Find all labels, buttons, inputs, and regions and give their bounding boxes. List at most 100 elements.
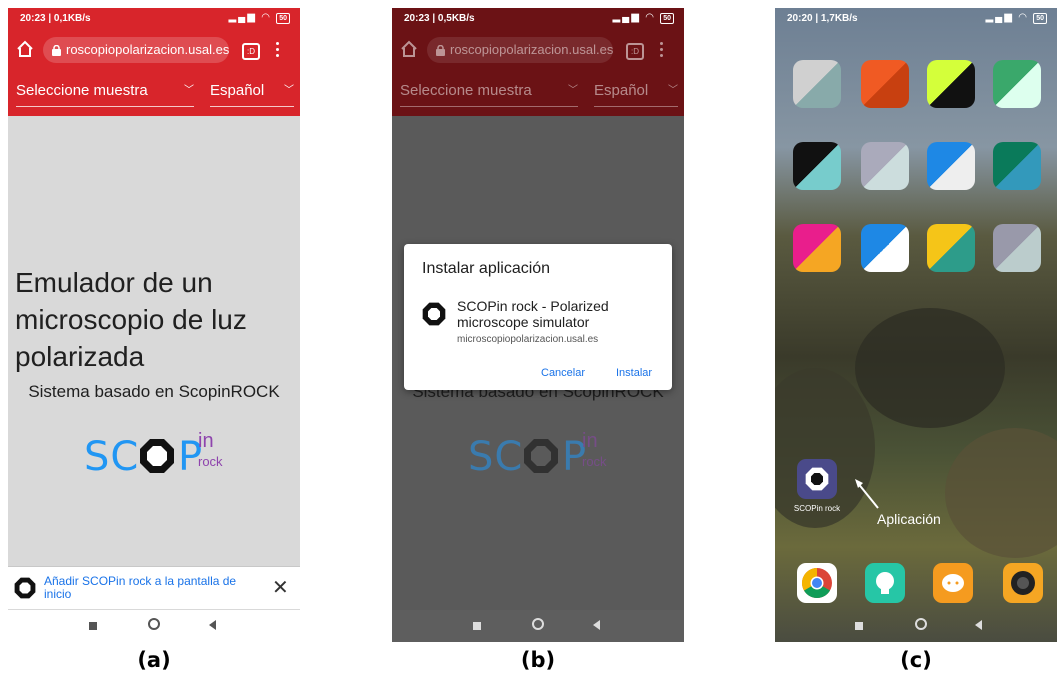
app-url: microscopiopolarizacion.usal.es (457, 334, 599, 345)
camera-app-icon[interactable] (1003, 563, 1043, 603)
browser-toolbar: 20:23 | 0,5KB/s ▂▄▆ ◠ 50 roscopiopolariz… (392, 8, 684, 116)
status-bar: 20:23 | 0,1KB/s ▂▄▆ ◠ 50 (8, 8, 300, 30)
back-button[interactable] (209, 620, 216, 630)
page-heading: Emulador de un microscopio de luz polari… (15, 267, 247, 372)
back-button[interactable] (975, 620, 982, 630)
logo-rock: rock (582, 454, 607, 469)
install-app-dialog: Instalar aplicación SCOPin rock - Polari… (404, 244, 672, 390)
chevron-down-icon: ﹀ (184, 85, 194, 96)
language-select[interactable]: Español ﹀ (210, 76, 294, 107)
sample-select: Seleccione muestra ﹀ (400, 76, 578, 107)
status-icons: ▂▄▆ ◠ 50 (985, 12, 1047, 24)
home-icon[interactable] (16, 40, 34, 58)
annotation-arrow (855, 479, 879, 509)
widget-tile (927, 142, 975, 190)
status-time: 20:23 | 0,5KB/s (404, 13, 475, 24)
tab-switcher-button: :D (626, 43, 644, 60)
recents-button[interactable] (89, 622, 97, 630)
android-nav-bar (392, 610, 684, 642)
sample-select[interactable]: Seleccione muestra ﹀ (16, 76, 194, 107)
logo-in: in (582, 430, 598, 452)
banner-text[interactable]: Añadir SCOPin rock a la pantalla de inic… (44, 575, 254, 601)
battery-icon: 50 (660, 13, 674, 24)
language-select-label: Español (594, 82, 649, 99)
phone-screen-c: 20:20 | 1,7KB/s ▂▄▆ ◠ 50 SCOPin rock Apl… (775, 8, 1057, 642)
battery-icon: 50 (1033, 13, 1047, 24)
url-bar: roscopiopolarizacion.usal.es (427, 37, 613, 63)
status-time: 20:23 | 0,1KB/s (20, 13, 91, 24)
url-text: roscopiopolarizacion.usal.es (450, 42, 613, 57)
phone-screen-a: 20:23 | 0,1KB/s ▂▄▆ ◠ 50 roscopiopolariz… (8, 8, 300, 642)
recents-button[interactable] (855, 622, 863, 630)
caption-c: (c) (900, 648, 932, 672)
logo-rock: rock (198, 454, 223, 469)
scopin-logo: SC P in rock (468, 430, 618, 482)
android-nav-bar (775, 610, 1057, 642)
camera-icon (1011, 571, 1035, 595)
octagon-app-icon (422, 302, 446, 326)
cancel-button[interactable]: Cancelar (541, 367, 585, 379)
messaging-app-icon[interactable] (933, 563, 973, 603)
status-icons: ▂▄▆ ◠ 50 (228, 12, 290, 24)
status-time: 20:20 | 1,7KB/s (787, 13, 858, 24)
octagon-app-icon (14, 577, 36, 599)
octagon-logo-icon (140, 439, 174, 473)
status-bar: 20:20 | 1,7KB/s ▂▄▆ ◠ 50 (775, 8, 1057, 30)
phone-screen-b: 20:23 | 0,5KB/s ▂▄▆ ◠ 50 roscopiopolariz… (392, 8, 684, 642)
tips-app-icon[interactable] (865, 563, 905, 603)
chrome-icon (801, 568, 832, 599)
browser-toolbar: 20:23 | 0,1KB/s ▂▄▆ ◠ 50 roscopiopolariz… (8, 8, 300, 116)
widget-tile (861, 224, 909, 272)
caption-b: (b) (520, 648, 556, 672)
back-button[interactable] (593, 620, 600, 630)
logo-in: in (198, 430, 214, 452)
octagon-logo-icon (524, 439, 558, 473)
add-to-homescreen-banner[interactable]: Añadir SCOPin rock a la pantalla de inic… (8, 566, 300, 609)
app-label: SCOPin rock (793, 504, 841, 513)
lock-icon (52, 45, 61, 57)
annotation-label: Aplicación (877, 511, 941, 527)
chat-bubble-icon (942, 574, 964, 592)
sample-select-label: Seleccione muestra (16, 82, 148, 99)
page-subtitle: Sistema basado en ScopinROCK (28, 382, 280, 401)
lightbulb-icon (876, 572, 894, 594)
android-nav-bar (8, 610, 300, 642)
home-icon (401, 40, 417, 57)
lock-icon (436, 45, 445, 57)
widget-tile (861, 142, 909, 190)
close-icon[interactable]: ✕ (272, 575, 289, 600)
tab-switcher-button[interactable]: :D (242, 43, 260, 60)
scopin-app-icon[interactable] (797, 459, 837, 499)
widget-tile (993, 142, 1041, 190)
more-options-icon[interactable] (276, 42, 280, 60)
wallpaper-rock (855, 308, 1005, 428)
url-bar[interactable]: roscopiopolarizacion.usal.es (43, 37, 229, 63)
widget-tile (793, 142, 841, 190)
battery-icon: 50 (276, 13, 290, 24)
home-button[interactable] (915, 618, 927, 630)
status-icons: ▂▄▆ ◠ 50 (612, 12, 674, 24)
recents-button[interactable] (473, 622, 481, 630)
home-button[interactable] (532, 618, 544, 630)
install-button[interactable]: Instalar (616, 367, 652, 379)
language-select-label: Español (210, 82, 265, 99)
dialog-title: Instalar aplicación (422, 260, 551, 277)
logo-sc: SC (468, 434, 524, 480)
chrome-app-icon[interactable] (797, 563, 837, 603)
chevron-down-icon: ﹀ (284, 85, 294, 96)
widget-tile (793, 60, 841, 108)
wallpaper-rock (945, 428, 1057, 558)
status-bar: 20:23 | 0,5KB/s ▂▄▆ ◠ 50 (392, 8, 684, 30)
octagon-app-icon (805, 467, 829, 491)
widget-tile (993, 60, 1041, 108)
sample-select-label: Seleccione muestra (400, 82, 532, 99)
widget-tile (927, 224, 975, 272)
caption-a: (a) (137, 648, 171, 672)
home-button[interactable] (148, 618, 160, 630)
chevron-down-icon: ﹀ (568, 85, 578, 96)
widget-tile (793, 224, 841, 272)
scopin-logo: SC P in rock (84, 430, 234, 482)
chevron-down-icon: ﹀ (668, 85, 678, 96)
app-name: SCOPin rock - Polarized microscope simul… (457, 298, 609, 330)
logo-sc: SC (84, 434, 140, 480)
